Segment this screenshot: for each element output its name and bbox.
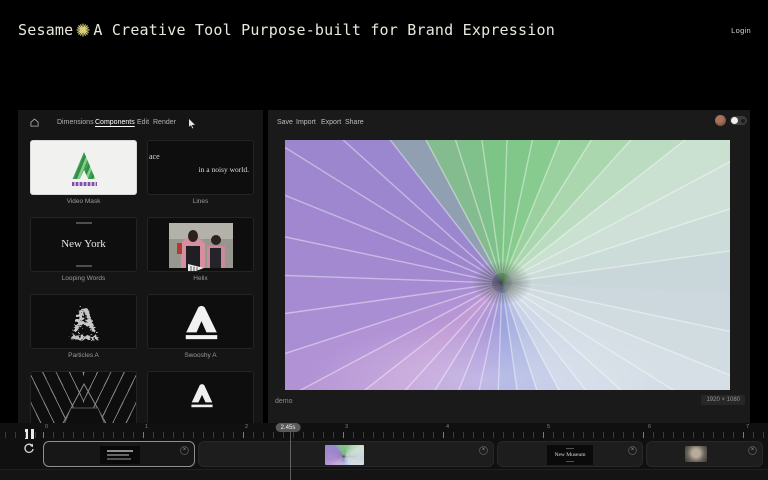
component-card-looping-words[interactable]: New York Looping Words: [30, 217, 137, 287]
nav-components[interactable]: Components: [95, 119, 135, 126]
toggle-dot-icon: [741, 118, 745, 123]
timeline-clip-spiral[interactable]: ×: [198, 441, 494, 467]
component-card-lines[interactable]: ace in a noisy world. Lines: [147, 140, 254, 210]
timeline-ruler[interactable]: [0, 432, 768, 438]
component-card-clipped-a[interactable]: [147, 371, 254, 423]
line-a-outline: [62, 382, 107, 423]
ruler-number: 1: [145, 424, 149, 430]
letter-a-thumbnail[interactable]: [147, 371, 254, 423]
decorative-bar: [75, 265, 92, 267]
timeline-clip-new-museum[interactable]: New Museum ×: [497, 441, 643, 467]
line-pattern-thumbnail[interactable]: [30, 371, 137, 423]
card-label: Video Mask: [66, 198, 101, 205]
lines-caption-text: in a noisy world.: [198, 165, 249, 174]
lines-corner-text: ace: [149, 152, 160, 161]
timeline-footer-strip: [0, 469, 768, 480]
component-card-video-mask[interactable]: Video Mask: [30, 140, 137, 210]
site-tagline: A Creative Tool Purpose-built for Brand …: [93, 21, 555, 39]
ruler-number: 6: [648, 424, 652, 430]
component-card-helix[interactable]: Helix: [147, 217, 254, 287]
letter-a-glyph: [191, 384, 213, 408]
toggle-knob: [731, 117, 738, 124]
menu-save[interactable]: Save: [277, 119, 293, 126]
decorative-bar: [566, 448, 574, 449]
photo-clip-thumbnail: [685, 446, 707, 462]
new-museum-thumbnail: New Museum: [547, 445, 593, 465]
decorative-bar: [566, 461, 574, 462]
clip-close-button[interactable]: ×: [748, 446, 757, 455]
ruler-number: 2: [245, 424, 249, 430]
home-icon[interactable]: [30, 118, 39, 127]
preview-panel: Save Import Export Share demo 1920 × 108…: [268, 110, 750, 423]
looping-words-thumbnail[interactable]: New York: [30, 217, 137, 272]
text-block-thumbnail: [100, 446, 140, 464]
clip-close-button[interactable]: ×: [628, 446, 637, 455]
nav-edit[interactable]: Edit: [137, 119, 149, 126]
playhead-time-badge[interactable]: 2.45s: [275, 423, 301, 432]
spiral-artwork: [285, 140, 730, 390]
ruler-number: 3: [345, 424, 349, 430]
masked-wordmark: [72, 182, 97, 186]
preview-canvas[interactable]: [285, 140, 730, 390]
component-card-particles-a[interactable]: A Particles A: [30, 294, 137, 364]
clip-close-button[interactable]: ×: [479, 446, 488, 455]
brand-name: Sesame: [18, 21, 74, 39]
new-museum-text: New Museum: [554, 452, 586, 458]
menu-export[interactable]: Export: [321, 119, 341, 126]
ruler-number: 7: [746, 424, 750, 430]
flag-graphic: [188, 264, 205, 271]
ruler-number: 5: [547, 424, 551, 430]
project-name: demo: [275, 398, 293, 405]
video-mask-thumbnail[interactable]: [30, 140, 137, 195]
decorative-bar: [75, 222, 92, 224]
svg-text:A: A: [72, 301, 97, 339]
playhead-line[interactable]: [290, 432, 291, 480]
login-button[interactable]: Login: [731, 26, 751, 35]
mouse-cursor-icon: [188, 118, 197, 129]
timeline: 0 1 2 3 4 5 6 7 2.45s × × New Museum × ×: [0, 423, 768, 480]
swooshy-a-thumbnail[interactable]: [147, 294, 254, 349]
page: Sesame A Creative Tool Purpose-built for …: [0, 0, 768, 480]
card-label: Looping Words: [61, 275, 106, 282]
resolution-badge: 1920 × 1080: [701, 395, 745, 405]
card-label: Helix: [193, 275, 208, 282]
star-icon: [76, 23, 90, 37]
particles-letter-a: A: [71, 301, 98, 340]
particles-a-thumbnail[interactable]: A: [30, 294, 137, 349]
card-label: Lines: [192, 198, 209, 205]
timeline-clip-text[interactable]: ×: [43, 441, 195, 467]
helix-thumbnail[interactable]: [147, 217, 254, 272]
card-label: Particles A: [68, 352, 99, 359]
swooshy-letter-a: [185, 305, 218, 340]
nav-dimensions[interactable]: Dimensions: [57, 119, 94, 126]
component-card-clipped-lines[interactable]: [30, 371, 137, 423]
clip-close-button[interactable]: ×: [180, 446, 189, 455]
site-title: Sesame A Creative Tool Purpose-built for …: [18, 21, 555, 39]
looping-word: New York: [61, 238, 106, 250]
lines-thumbnail[interactable]: ace in a noisy world.: [147, 140, 254, 195]
user-avatar[interactable]: [715, 115, 726, 126]
components-panel: Dimensions Components Edit Render Video …: [18, 110, 263, 423]
card-label: Swooshy A: [184, 352, 217, 359]
nav-render[interactable]: Render: [153, 119, 176, 126]
masked-letter-a: [72, 152, 96, 179]
ruler-number: 0: [45, 424, 49, 430]
ruler-number: 4: [446, 424, 450, 430]
spiral-clip-thumbnail: [325, 445, 364, 465]
menu-import[interactable]: Import: [296, 119, 316, 126]
loop-button[interactable]: [23, 443, 35, 455]
component-card-swooshy-a[interactable]: Swooshy A: [147, 294, 254, 364]
menu-share[interactable]: Share: [345, 119, 364, 126]
timeline-clip-photo[interactable]: ×: [646, 441, 763, 467]
theme-toggle[interactable]: [730, 116, 747, 125]
